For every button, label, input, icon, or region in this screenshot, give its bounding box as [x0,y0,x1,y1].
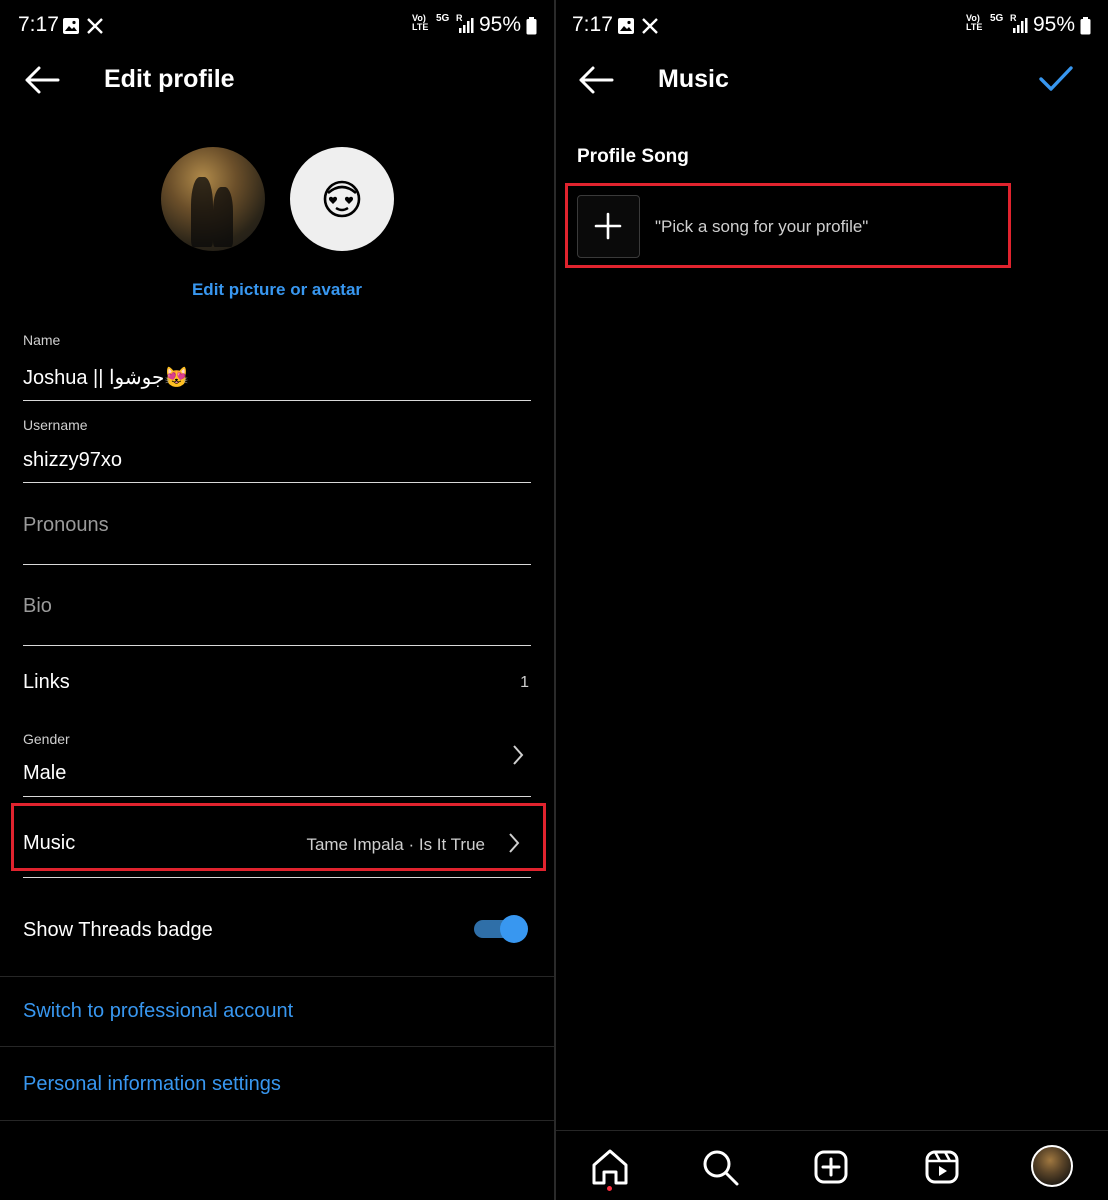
personal-info-link[interactable]: Personal information settings [23,1073,281,1096]
gender-label: Gender [23,731,70,747]
page-title: Edit profile [104,65,235,93]
back-arrow-icon[interactable] [576,64,616,96]
create-icon[interactable] [809,1145,853,1189]
network-5g-indicator: 5G [436,13,450,24]
links-label: Links [23,671,70,693]
pronouns-placeholder[interactable]: Pronouns [23,514,109,537]
music-highlight-box [11,803,546,871]
toggle-knob [500,915,528,943]
section-divider [0,1046,554,1047]
home-icon[interactable] [588,1145,632,1189]
photo-figure [213,187,233,247]
profile-avatar[interactable] [1031,1145,1073,1187]
name-label: Name [23,332,61,348]
links-count: 1 [520,674,529,691]
switch-professional-link[interactable]: Switch to professional account [23,1000,293,1023]
links-row[interactable]: Links 1 [0,660,554,704]
section-divider [0,1120,554,1121]
edit-profile-screen: 7:17 Vo) LTE 5G R 95% Edit profile Edit … [0,0,554,1200]
signal-icon [459,18,474,33]
threads-badge-label: Show Threads badge [23,919,213,941]
volte-bottom: LTE [412,22,429,32]
profile-photo[interactable] [161,147,265,251]
signal-icon [1013,18,1028,33]
back-arrow-icon[interactable] [22,64,62,96]
photo-figure [191,177,213,247]
header: Music [556,52,1108,108]
username-value[interactable]: shizzy97xo [23,449,122,472]
volte-indicator: Vo) LTE [412,14,428,32]
name-field[interactable]: Name Joshua || جوشوا😻 [23,325,531,401]
music-screen: 7:17 Vo)LTE 5G R 95% Music Profile Song [556,0,1108,1200]
x-app-icon [87,18,103,34]
battery-percent: 95% [1033,13,1076,36]
network-5g-indicator: 5G [990,13,1004,24]
profile-song-title: Profile Song [577,146,689,167]
bio-field[interactable]: Bio [23,572,531,646]
bottom-nav [556,1130,1108,1200]
battery-icon [1080,17,1091,35]
status-bar: 7:17 Vo) LTE 5G R 95% [556,0,1108,52]
section-divider [0,976,554,977]
volte-indicator: Vo) LTE [966,14,982,32]
volte-bottom: LTE [966,22,983,32]
checkmark-icon[interactable] [1038,64,1074,94]
battery-icon [526,17,537,35]
username-field[interactable]: Username shizzy97xo [23,410,531,483]
reels-icon[interactable] [920,1145,964,1189]
home-notification-dot [607,1186,612,1191]
avatar-button[interactable] [290,147,394,251]
pick-song-highlight-box [565,183,1011,268]
battery-percent: 95% [479,13,522,36]
status-bar: 7:17 Vo) LTE 5G R 95% [0,0,554,52]
status-time: 7:17 [18,13,59,36]
username-label: Username [23,417,88,433]
search-icon[interactable] [698,1145,742,1189]
x-app-icon [642,18,658,34]
threads-badge-toggle[interactable] [474,914,530,944]
gender-field[interactable]: Gender Male [23,725,531,797]
gender-value: Male [23,762,67,784]
avatar-face-icon [323,180,361,218]
status-time: 7:17 [572,13,613,36]
edit-picture-link[interactable]: Edit picture or avatar [0,280,554,300]
page-title: Music [658,65,729,93]
gallery-icon [618,18,634,34]
header: Edit profile [0,52,554,108]
gallery-icon [63,18,79,34]
chevron-right-icon [513,745,524,765]
pronouns-field[interactable]: Pronouns [23,490,531,565]
name-value[interactable]: Joshua || جوشوا😻 [23,365,189,390]
bio-placeholder[interactable]: Bio [23,595,52,618]
